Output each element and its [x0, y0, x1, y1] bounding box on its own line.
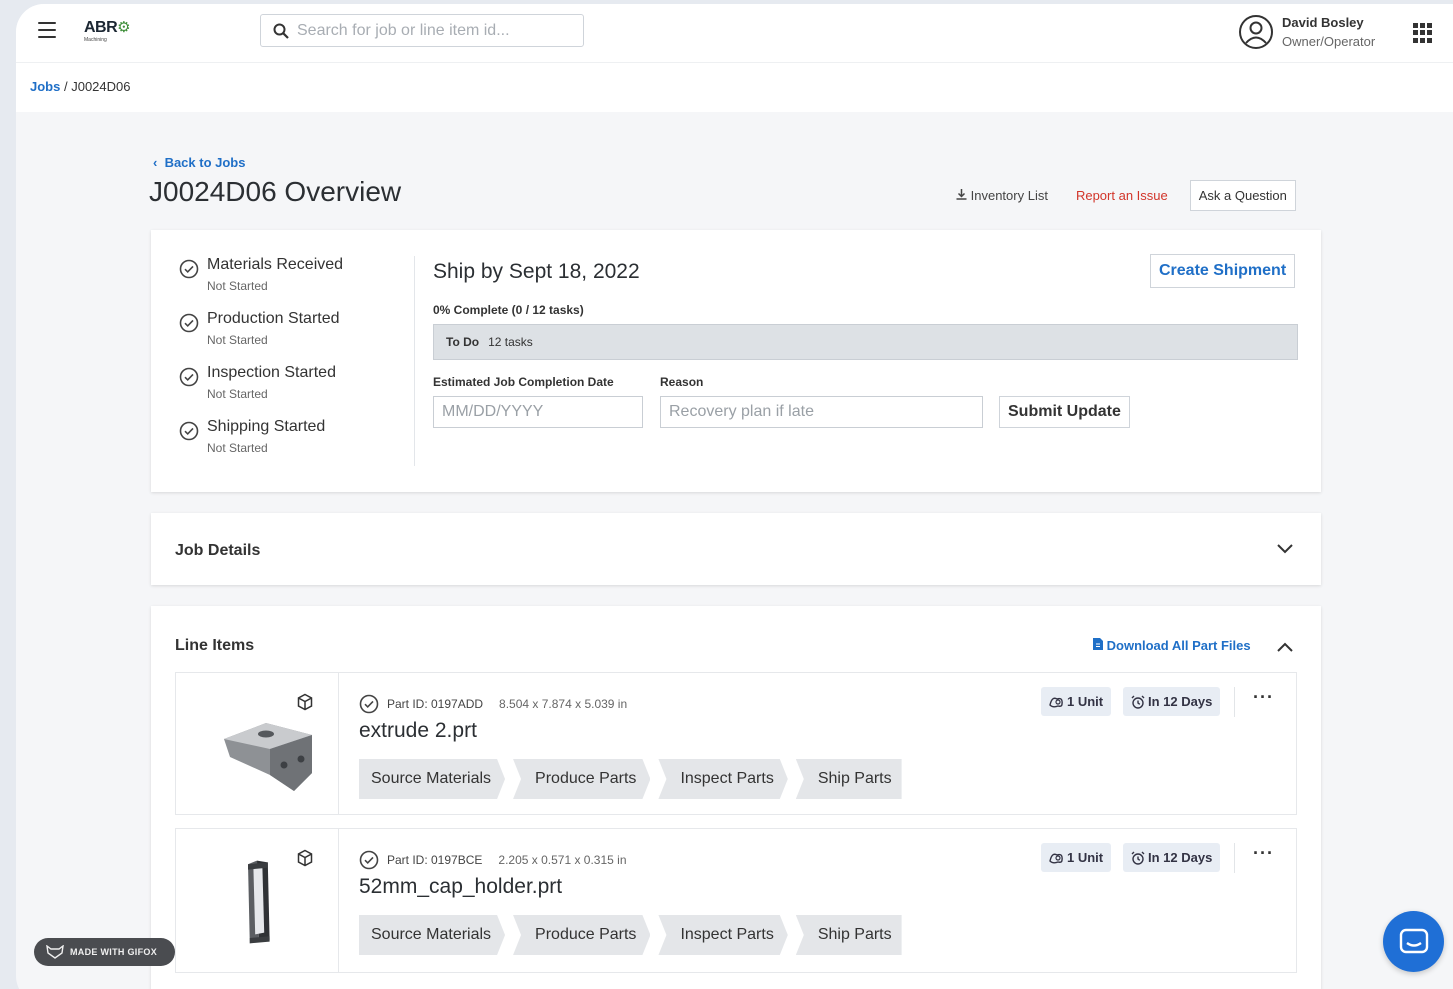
part-id: Part ID: 0197BCE [387, 853, 483, 867]
due-badge: In 12 Days [1123, 843, 1221, 872]
step-source-materials[interactable]: Source Materials [359, 915, 505, 955]
user-menu[interactable]: David Bosley Owner/Operator [1238, 14, 1375, 50]
download-all-files-link[interactable]: Download All Part Files [1093, 638, 1251, 653]
todo-label: To Do [446, 335, 480, 349]
milestone-list: Materials Received Not Started Production… [179, 256, 415, 466]
file-icon [1093, 638, 1103, 650]
alarm-clock-icon [1131, 695, 1145, 709]
milestone-label: Inspection Started [207, 364, 336, 381]
submit-update-button[interactable]: Submit Update [999, 396, 1130, 428]
milestone-item: Inspection Started Not Started [179, 364, 414, 401]
step-ship-parts[interactable]: Ship Parts [795, 915, 902, 955]
step-inspect-parts[interactable]: Inspect Parts [658, 759, 787, 799]
units-icon [1049, 697, 1063, 708]
download-icon [956, 189, 967, 200]
line-item: Part ID: 0197ADD 8.504 x 7.874 x 5.039 i… [175, 672, 1297, 815]
line-items-title: Line Items [175, 637, 255, 654]
user-avatar-icon [1239, 15, 1273, 49]
part-dimensions: 8.504 x 7.874 x 5.039 in [499, 697, 628, 711]
milestone-state: Not Started [207, 441, 268, 455]
completion-date-input[interactable] [433, 396, 643, 428]
search-icon [273, 23, 289, 39]
logo[interactable]: ABR⚙ Machining [84, 18, 131, 43]
check-circle-icon [179, 367, 199, 387]
report-issue-link[interactable]: Report an Issue [1076, 188, 1168, 203]
3d-view-icon[interactable] [296, 693, 314, 711]
inventory-list-link[interactable]: Inventory List [956, 188, 1048, 203]
part-filename[interactable]: 52mm_cap_holder.prt [359, 875, 562, 899]
logo-subtitle: Machining [84, 37, 107, 43]
todo-count: 12 tasks [488, 335, 533, 349]
milestone-item: Materials Received Not Started [179, 256, 414, 293]
3d-view-icon[interactable] [296, 849, 314, 867]
check-circle-icon [359, 694, 379, 714]
step-source-materials[interactable]: Source Materials [359, 759, 505, 799]
breadcrumb: Jobs / J0024D06 [30, 79, 131, 94]
menu-icon[interactable] [38, 22, 56, 38]
check-circle-icon [179, 313, 199, 333]
more-options-icon[interactable]: ··· [1253, 843, 1274, 864]
completion-text: 0% Complete (0 / 12 tasks) [433, 303, 584, 317]
step-produce-parts[interactable]: Produce Parts [513, 915, 650, 955]
more-options-icon[interactable]: ··· [1253, 687, 1274, 708]
chevron-down-icon[interactable] [1276, 543, 1294, 555]
breadcrumb-jobs-link[interactable]: Jobs [30, 79, 60, 94]
units-badge: 1 Unit [1041, 687, 1112, 716]
gifox-watermark: MADE WITH GIFOX [34, 938, 175, 966]
due-badge: In 12 Days [1123, 687, 1221, 716]
milestone-label: Production Started [207, 310, 340, 327]
check-circle-icon [359, 850, 379, 870]
part-thumbnail [248, 860, 270, 944]
chat-launcher-button[interactable] [1383, 911, 1444, 972]
part-id: Part ID: 0197ADD [387, 697, 484, 711]
line-items-panel: Line Items Download All Part Files Part … [151, 606, 1321, 989]
units-badge: 1 Unit [1041, 843, 1112, 872]
chevron-up-icon[interactable] [1276, 641, 1294, 653]
step-produce-parts[interactable]: Produce Parts [513, 759, 650, 799]
part-filename[interactable]: extrude 2.prt [359, 719, 477, 743]
units-icon [1049, 853, 1063, 864]
job-status-card: Materials Received Not Started Production… [151, 230, 1321, 492]
workflow-steps: Source Materials Produce Parts Inspect P… [359, 759, 910, 799]
milestone-label: Materials Received [207, 256, 344, 273]
milestone-state: Not Started [207, 333, 268, 347]
milestone-item: Production Started Not Started [179, 310, 414, 347]
date-field-label: Estimated Job Completion Date [433, 375, 614, 389]
top-bar: ABR⚙ Machining David Bosley Owner/Operat… [16, 4, 1453, 62]
user-name: David Bosley [1282, 15, 1364, 30]
milestone-state: Not Started [207, 387, 268, 401]
alarm-clock-icon [1131, 851, 1145, 865]
reason-input[interactable] [660, 396, 983, 428]
task-progress-bar: To Do 12 tasks [433, 324, 1298, 360]
create-shipment-button[interactable]: Create Shipment [1150, 254, 1296, 288]
apps-grid-icon[interactable] [1413, 23, 1433, 43]
breadcrumb-current: J0024D06 [71, 79, 131, 94]
step-ship-parts[interactable]: Ship Parts [795, 759, 902, 799]
breadcrumb-bar: Jobs / J0024D06 [16, 62, 1453, 112]
workflow-steps: Source Materials Produce Parts Inspect P… [359, 915, 910, 955]
user-role: Owner/Operator [1282, 34, 1376, 49]
check-circle-icon [179, 421, 199, 441]
page-title: J0024D06 Overview [149, 176, 402, 207]
back-to-jobs-link[interactable]: ‹ Back to Jobs [153, 155, 245, 170]
step-inspect-parts[interactable]: Inspect Parts [658, 915, 787, 955]
job-details-panel[interactable]: Job Details [151, 513, 1321, 585]
breadcrumb-separator: / [63, 79, 68, 94]
part-dimensions: 2.205 x 0.571 x 0.315 in [498, 853, 627, 867]
ask-question-button[interactable]: Ask a Question [1189, 180, 1296, 211]
search-box[interactable] [260, 14, 584, 47]
part-thumbnail [224, 723, 312, 791]
app-window: ABR⚙ Machining David Bosley Owner/Operat… [16, 4, 1453, 989]
reason-field-label: Reason [660, 375, 704, 389]
line-item: Part ID: 0197BCE 2.205 x 0.571 x 0.315 i… [175, 828, 1297, 973]
fox-icon [46, 945, 64, 959]
ship-by-date: Ship by Sept 18, 2022 [433, 260, 640, 283]
milestone-state: Not Started [207, 279, 268, 293]
check-circle-icon [179, 259, 199, 279]
search-input[interactable] [297, 21, 567, 40]
job-details-title: Job Details [175, 542, 261, 559]
milestone-item: Shipping Started Not Started [179, 418, 414, 455]
chat-icon [1399, 928, 1428, 953]
milestone-label: Shipping Started [207, 418, 326, 435]
